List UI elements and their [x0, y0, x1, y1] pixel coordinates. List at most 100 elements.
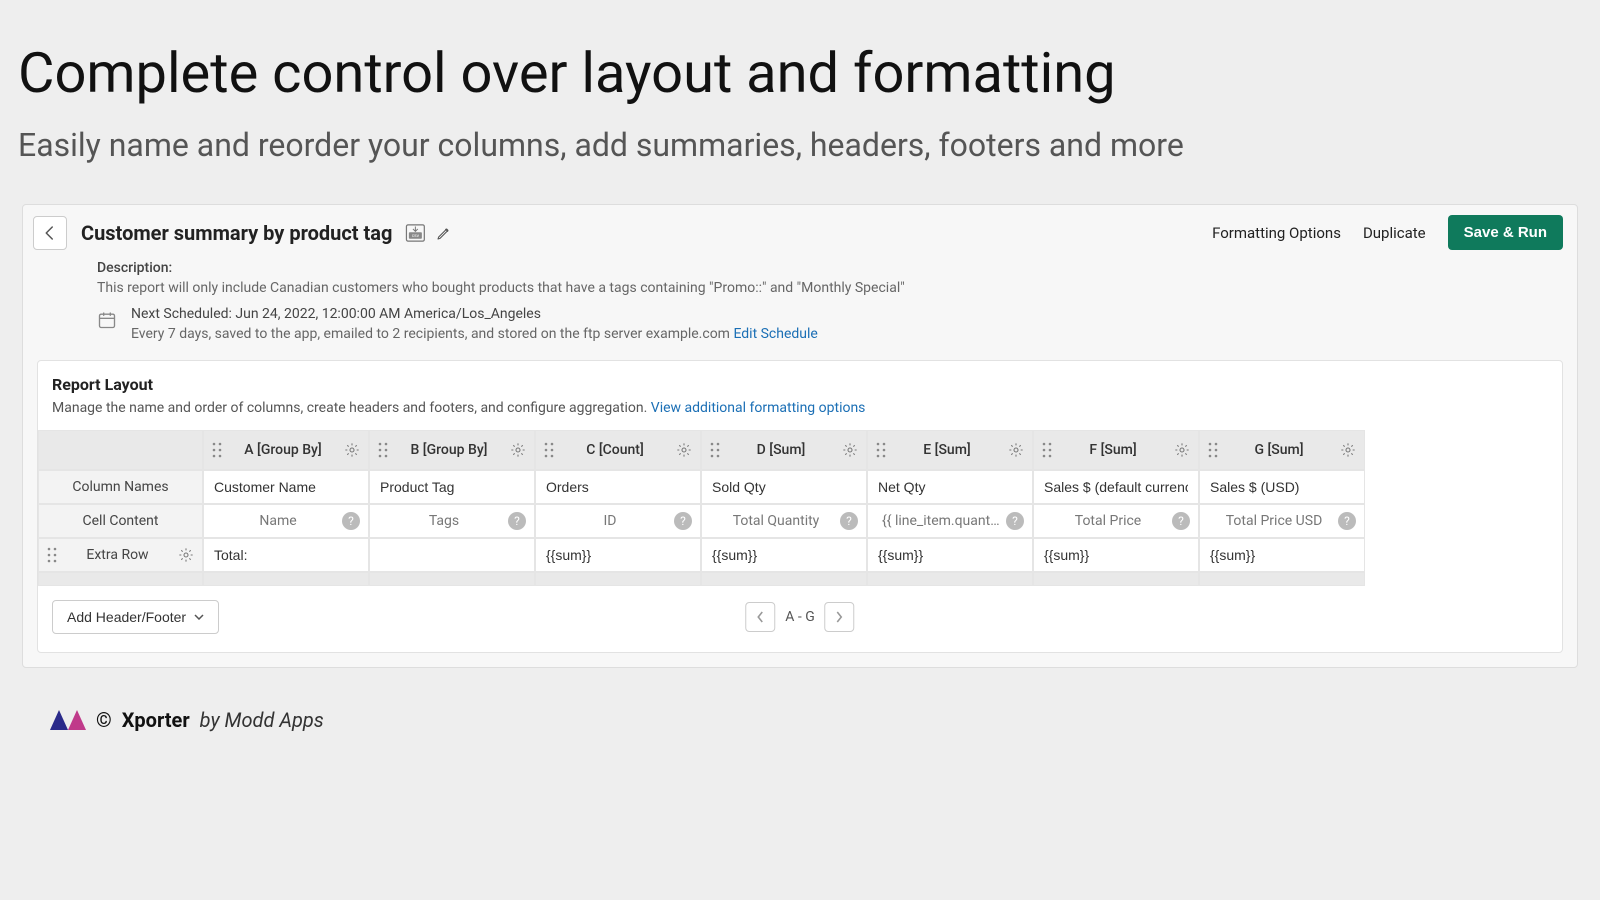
column-name-input[interactable]	[536, 471, 700, 503]
column-name-input[interactable]	[1200, 471, 1364, 503]
help-icon[interactable]: ?	[674, 512, 692, 530]
column-header-label: G [Sum]	[1218, 442, 1340, 458]
column-header[interactable]: F [Sum]	[1033, 430, 1199, 470]
help-icon[interactable]: ?	[1338, 512, 1356, 530]
column-header[interactable]: D [Sum]	[701, 430, 867, 470]
drag-handle-icon[interactable]	[1042, 442, 1052, 458]
drag-handle-icon[interactable]	[378, 442, 388, 458]
extra-row-input[interactable]	[370, 539, 534, 571]
column-header[interactable]: C [Count]	[535, 430, 701, 470]
pager-prev-button[interactable]	[745, 602, 775, 632]
row-label-cell-content: Cell Content	[38, 504, 203, 538]
cell-content-cell[interactable]: Total Price USD?	[1199, 504, 1365, 538]
brand-name: Xporter	[122, 708, 190, 732]
report-meta: Description: This report will only inclu…	[23, 260, 1577, 342]
column-settings-button[interactable]	[1008, 442, 1024, 458]
column-settings-button[interactable]	[676, 442, 692, 458]
help-icon[interactable]: ?	[342, 512, 360, 530]
column-name-input[interactable]	[702, 471, 866, 503]
extra-row-input[interactable]	[868, 539, 1032, 571]
pencil-icon	[436, 225, 452, 241]
column-name-cell	[369, 470, 535, 504]
back-button[interactable]	[33, 216, 67, 250]
chevron-left-icon	[756, 611, 764, 623]
column-name-input[interactable]	[1034, 471, 1198, 503]
cell-content-cell[interactable]: Name?	[203, 504, 369, 538]
extra-row-input[interactable]	[702, 539, 866, 571]
drag-handle-icon[interactable]	[1208, 442, 1218, 458]
drag-handle-icon[interactable]	[544, 442, 554, 458]
cell-content-cell[interactable]: Total Price?	[1033, 504, 1199, 538]
drag-handle-icon[interactable]	[876, 442, 886, 458]
cell-content-cell[interactable]: Tags?	[369, 504, 535, 538]
column-settings-button[interactable]	[344, 442, 360, 458]
pager-next-button[interactable]	[825, 602, 855, 632]
column-name-cell	[867, 470, 1033, 504]
edit-schedule-link[interactable]: Edit Schedule	[733, 326, 817, 342]
column-header[interactable]: E [Sum]	[867, 430, 1033, 470]
schedule-details: Every 7 days, saved to the app, emailed …	[131, 326, 818, 342]
add-header-footer-button[interactable]: Add Header/Footer	[52, 600, 219, 634]
extra-row-cell	[701, 538, 867, 572]
page-title: Complete control over layout and formatt…	[0, 0, 1600, 116]
row-label-column-names: Column Names	[38, 470, 203, 504]
drag-handle-icon[interactable]	[47, 547, 57, 563]
column-header-label: A [Group By]	[222, 442, 344, 458]
extra-row-input[interactable]	[1034, 539, 1198, 571]
formatting-options-link[interactable]: Formatting Options	[1212, 224, 1341, 242]
column-name-input[interactable]	[204, 471, 368, 503]
help-icon[interactable]: ?	[1172, 512, 1190, 530]
extra-row-label-text: Extra Row	[86, 547, 148, 563]
column-header[interactable]: B [Group By]	[369, 430, 535, 470]
caret-down-icon	[194, 614, 204, 620]
column-name-input[interactable]	[868, 471, 1032, 503]
copyright-symbol: ©	[96, 708, 112, 732]
column-header-label: B [Group By]	[388, 442, 510, 458]
cell-content-cell[interactable]: {{ line_item.quantity * line_it?	[867, 504, 1033, 538]
extra-row-settings-button[interactable]	[178, 547, 194, 563]
column-name-cell	[535, 470, 701, 504]
extra-row-input[interactable]	[1200, 539, 1364, 571]
cell-content-text: Tags	[380, 513, 524, 529]
column-settings-button[interactable]	[1174, 442, 1190, 458]
description-text: This report will only include Canadian c…	[97, 280, 1563, 296]
help-icon[interactable]: ?	[508, 512, 526, 530]
column-settings-button[interactable]	[842, 442, 858, 458]
drag-handle-icon[interactable]	[212, 442, 222, 458]
brand-byline: by Modd Apps	[200, 708, 324, 732]
panel-title: Report Layout	[38, 375, 1562, 394]
column-name-input[interactable]	[370, 471, 534, 503]
column-header[interactable]: G [Sum]	[1199, 430, 1365, 470]
cell-content-text: Total Quantity	[712, 513, 856, 529]
extra-row-cell	[1199, 538, 1365, 572]
duplicate-link[interactable]: Duplicate	[1363, 224, 1426, 242]
svg-text:csv: csv	[412, 234, 420, 239]
save-run-button[interactable]: Save & Run	[1448, 215, 1563, 250]
edit-title-button[interactable]	[436, 225, 452, 241]
view-formatting-options-link[interactable]: View additional formatting options	[651, 400, 866, 416]
drag-handle-icon[interactable]	[710, 442, 720, 458]
row-label-extra-row: Extra Row	[38, 538, 203, 572]
gear-icon	[178, 547, 194, 563]
extra-row-input[interactable]	[536, 539, 700, 571]
column-settings-button[interactable]	[1340, 442, 1356, 458]
help-icon[interactable]: ?	[1006, 512, 1024, 530]
schedule-details-text: Every 7 days, saved to the app, emailed …	[131, 326, 733, 342]
extra-row-cell	[1033, 538, 1199, 572]
calendar-icon	[97, 310, 117, 330]
help-icon[interactable]: ?	[840, 512, 858, 530]
cell-content-text: {{ line_item.quantity * line_it	[878, 513, 1022, 529]
report-title: Customer summary by product tag	[81, 221, 392, 245]
column-header[interactable]: A [Group By]	[203, 430, 369, 470]
arrow-left-icon	[41, 224, 59, 242]
cell-content-cell[interactable]: ID?	[535, 504, 701, 538]
extra-row-input[interactable]	[204, 539, 368, 571]
cell-content-text: Total Price USD	[1210, 513, 1354, 529]
page-subtitle: Easily name and reorder your columns, ad…	[0, 116, 1600, 204]
column-settings-button[interactable]	[510, 442, 526, 458]
cell-content-cell[interactable]: Total Quantity?	[701, 504, 867, 538]
cell-content-text: Total Price	[1044, 513, 1188, 529]
csv-file-icon: csv	[404, 222, 430, 244]
column-name-cell	[701, 470, 867, 504]
grid-corner	[38, 430, 203, 470]
